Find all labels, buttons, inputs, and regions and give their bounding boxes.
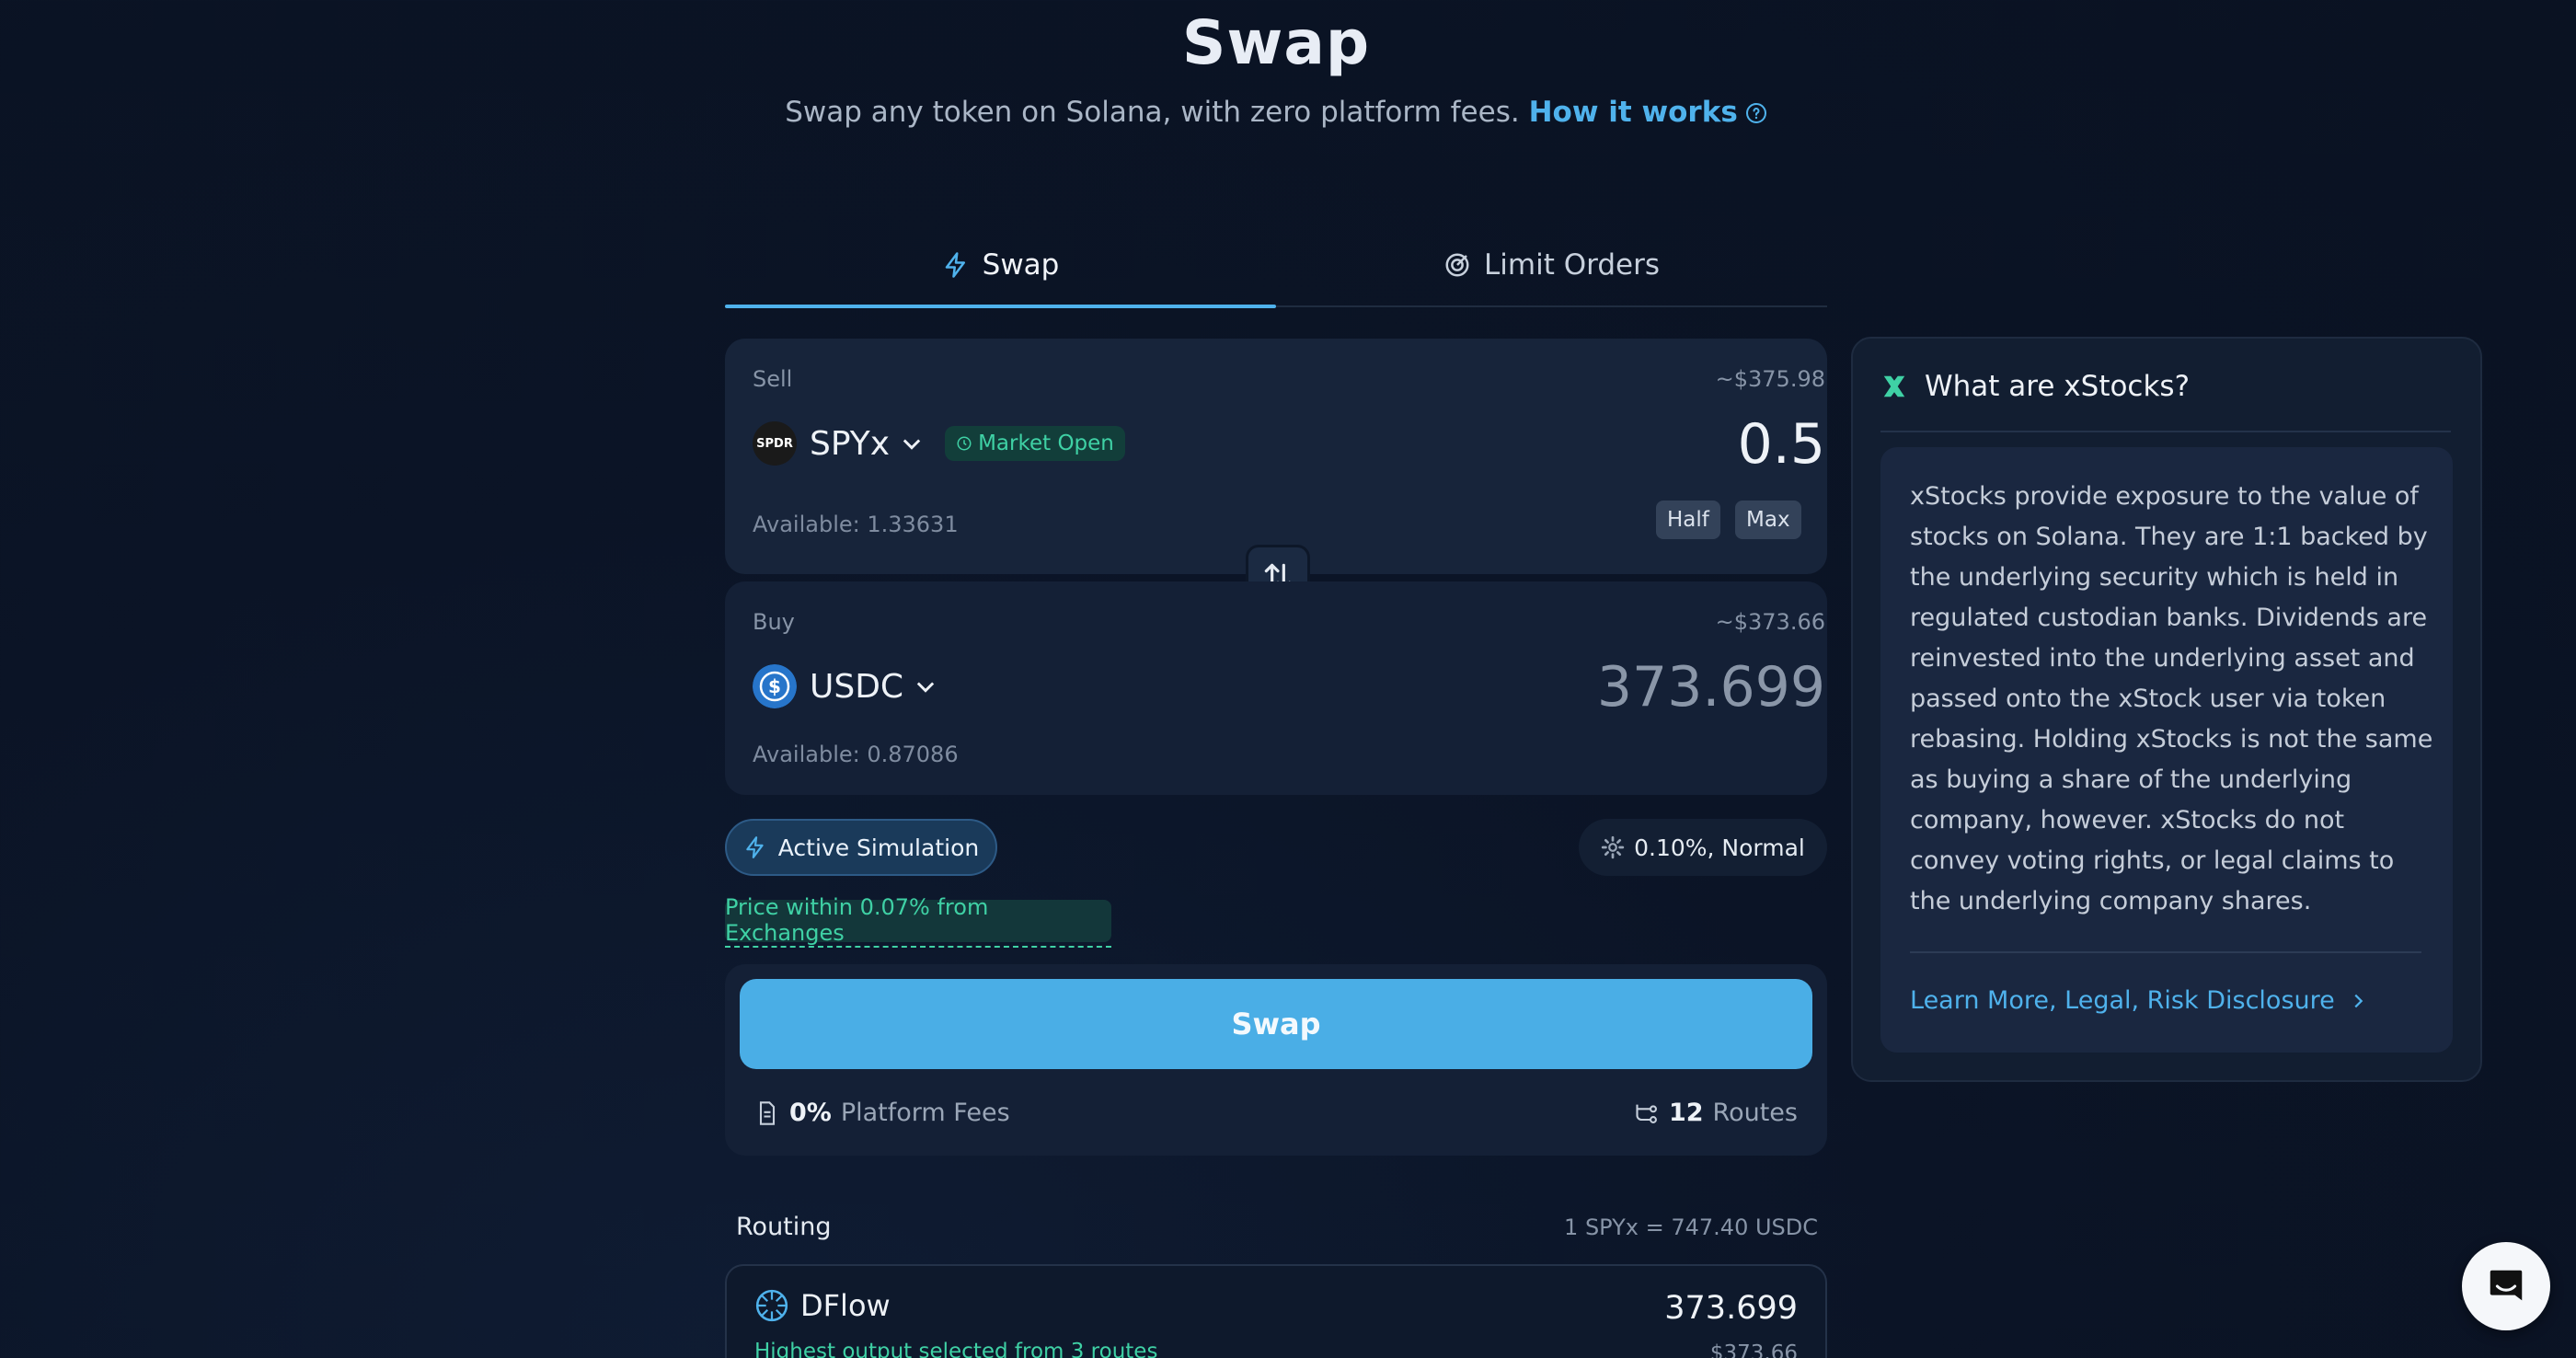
page-title: Swap	[1181, 7, 1371, 78]
route-usd: $373.66	[1709, 1341, 1798, 1358]
sell-amount-input[interactable]: 0.5	[1738, 412, 1825, 477]
routes-label: Routes	[1712, 1099, 1798, 1127]
divider	[1910, 951, 2421, 953]
slippage-label: 0.10%, Normal	[1634, 834, 1805, 861]
fees-value: 0%	[789, 1099, 832, 1127]
tab-swap-label: Swap	[982, 248, 1060, 282]
buy-amount: 373.699	[1596, 655, 1825, 719]
active-simulation-label: Active Simulation	[777, 834, 980, 861]
spyx-token-icon: SPDR	[753, 421, 797, 466]
sell-token-selector[interactable]: SPYx	[810, 425, 925, 463]
route-provider: DFlow	[754, 1288, 891, 1323]
xstocks-logo-icon	[1883, 375, 1905, 397]
target-icon	[1445, 253, 1469, 277]
xstocks-card-title: What are xStocks?	[1925, 370, 2191, 403]
market-open-badge: Market Open	[945, 426, 1125, 461]
usdc-token-icon: $	[753, 664, 797, 708]
price-accuracy-label: Price within 0.07% from Exchanges	[725, 894, 1111, 948]
route-output: 373.699	[1664, 1290, 1798, 1327]
buy-label: Buy	[753, 609, 795, 635]
lightning-icon	[945, 252, 965, 278]
learn-more-link[interactable]: Learn More, Legal, Risk Disclosure	[1910, 986, 2368, 1015]
swap-tabs: Swap Limit Orders	[725, 224, 1827, 308]
divider	[1880, 431, 2451, 432]
slippage-settings-button[interactable]: 0.10%, Normal	[1579, 819, 1827, 876]
sell-token-name: SPYx	[810, 424, 891, 463]
tab-limit-orders[interactable]: Limit Orders	[1276, 224, 1827, 305]
chevron-right-icon	[2354, 994, 2363, 1007]
price-accuracy-badge[interactable]: Price within 0.07% from Exchanges	[725, 894, 1111, 948]
chevron-down-icon	[903, 439, 921, 450]
routes-value: 12	[1668, 1099, 1704, 1127]
sell-usd-value: ~$375.98	[1715, 366, 1825, 392]
clock-icon	[957, 436, 972, 451]
half-button[interactable]: Half	[1656, 501, 1720, 539]
page-subtitle: Swap any token on Solana, with zero plat…	[0, 96, 2552, 129]
route-subtitle: Highest output selected from 3 routes	[754, 1340, 1158, 1358]
lightning-icon	[746, 836, 764, 858]
how-it-works-label: How it works	[1528, 96, 1738, 129]
fees-label: Platform Fees	[840, 1099, 1010, 1127]
buy-available: Available: 0.87086	[753, 742, 959, 767]
sell-label: Sell	[753, 366, 793, 392]
dflow-logo-icon	[755, 1289, 788, 1322]
xstocks-card-header: What are xStocks?	[1880, 370, 2190, 403]
chat-icon	[2490, 1270, 2523, 1301]
subtitle-text: Swap any token on Solana, with zero plat…	[785, 96, 1520, 129]
exchange-rate: 1 SPYx = 747.40 USDC	[1564, 1214, 1818, 1240]
xstocks-description: xStocks provide exposure to the value of…	[1910, 482, 2433, 915]
buy-token-row: $ USDC	[753, 664, 938, 708]
route-provider-name: DFlow	[800, 1288, 891, 1323]
market-open-label: Market Open	[978, 432, 1114, 455]
routing-heading: Routing	[736, 1213, 832, 1241]
tab-limit-orders-label: Limit Orders	[1484, 248, 1660, 282]
tab-swap[interactable]: Swap	[725, 224, 1276, 308]
platform-fees: 0% Platform Fees	[754, 1099, 1010, 1127]
buy-usd-value: ~$373.66	[1715, 609, 1825, 635]
buy-token-name: USDC	[810, 667, 904, 706]
active-simulation-button[interactable]: Active Simulation	[725, 819, 997, 876]
gear-icon	[1601, 835, 1625, 859]
swap-button[interactable]: Swap	[740, 979, 1812, 1069]
routes-count[interactable]: 12 Routes	[1634, 1099, 1798, 1127]
route-icon	[1636, 1104, 1657, 1123]
how-it-works-link[interactable]: How it works	[1529, 96, 1767, 129]
sell-available: Available: 1.33631	[753, 512, 959, 537]
buy-token-selector[interactable]: USDC	[810, 668, 938, 706]
max-button[interactable]: Max	[1735, 501, 1801, 539]
svg-text:$: $	[768, 675, 781, 697]
chevron-down-icon	[916, 682, 935, 693]
sell-token-row: SPDR SPYx Market Open	[753, 421, 1125, 466]
document-icon	[759, 1100, 776, 1125]
support-chat-button[interactable]	[2462, 1242, 2550, 1330]
help-icon	[1745, 103, 1766, 123]
spyx-logo-text: SPDR	[756, 436, 793, 451]
learn-more-label: Learn More, Legal, Risk Disclosure	[1910, 986, 2335, 1015]
